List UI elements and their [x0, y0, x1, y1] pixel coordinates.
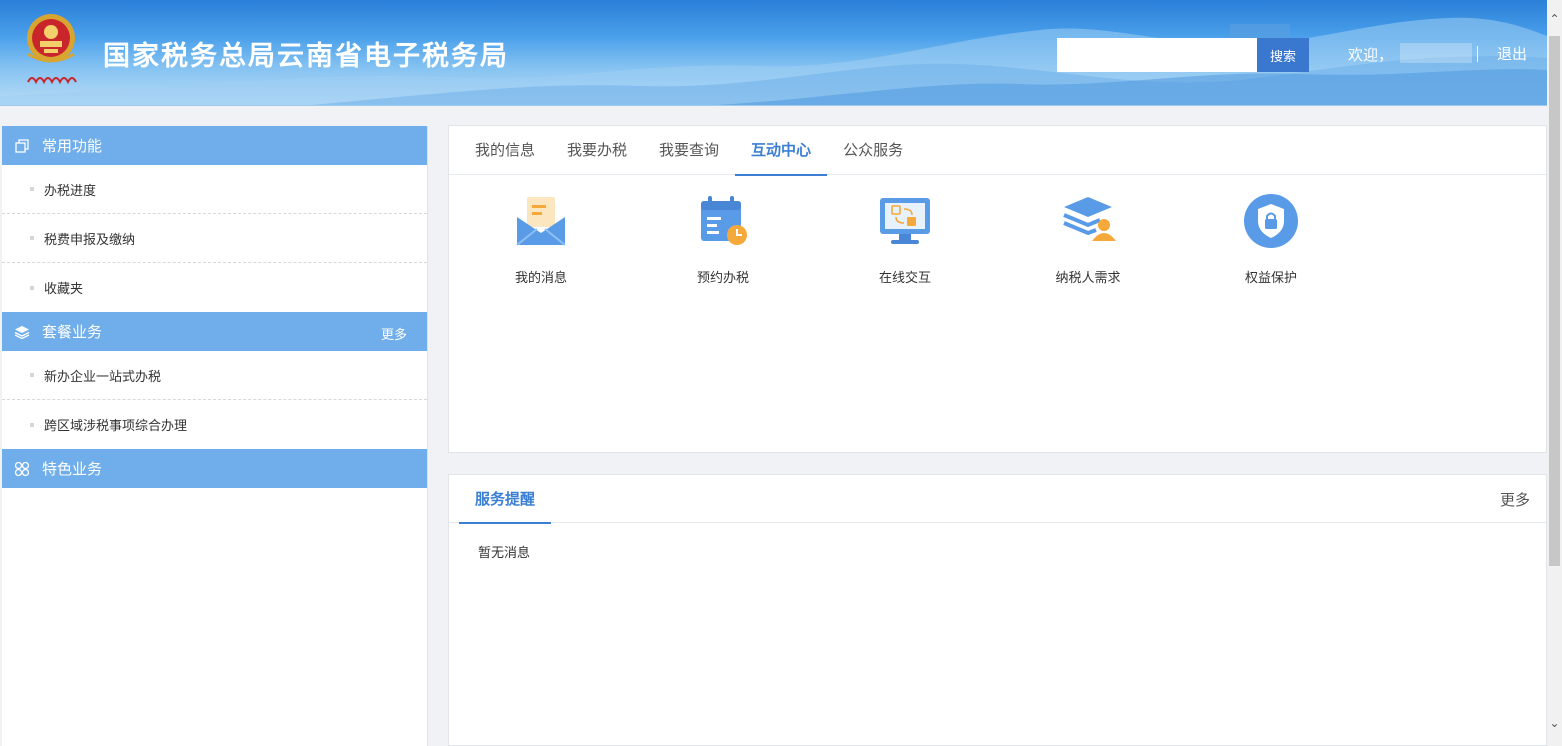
service-reminder-panel: 服务提醒 更多 暂无消息 — [448, 474, 1547, 746]
tab-query[interactable]: 我要查询 — [643, 126, 735, 175]
scroll-down-arrow-icon[interactable]: ⌄ — [1547, 716, 1562, 730]
sidebar-item-new-enterprise[interactable]: 新办企业一站式办税 — [2, 351, 427, 400]
service-online-interaction[interactable]: 在线交互 — [845, 193, 965, 286]
shield-lock-icon — [1244, 194, 1298, 248]
site-title: 国家税务总局云南省电子税务局 — [103, 41, 509, 72]
service-label: 预约办税 — [696, 271, 749, 286]
service-label: 我的消息 — [514, 271, 567, 286]
bullet-dot — [30, 285, 34, 290]
sidebar-item-label: 跨区域涉税事项综合办理 — [44, 419, 188, 434]
sidebar-item-label: 收藏夹 — [44, 282, 84, 297]
sidebar-item-label: 新办企业一站式办税 — [44, 369, 162, 385]
grid-icon — [14, 461, 30, 477]
sidebar: 常用功能 办税进度 税费申报及缴纳 收藏夹 套餐业务 更多 新办企业一站式办税 … — [2, 126, 428, 746]
bullet-dot — [30, 187, 34, 191]
calendar-clock-icon — [701, 196, 747, 245]
sidebar-item-tax-progress[interactable]: 办税进度 — [2, 165, 427, 214]
bullet-dot — [30, 422, 34, 427]
tab-service-reminder[interactable]: 服务提醒 — [459, 475, 552, 524]
service-my-messages[interactable]: 我的消息 — [481, 193, 601, 286]
service-label: 在线交互 — [878, 271, 931, 286]
message-envelope-icon — [516, 197, 566, 246]
main-panel: 我的信息 我要办税 我要查询 互动中心 公众服务 我的消息 预约办税 在线交互 … — [448, 125, 1547, 453]
tab-handle-tax[interactable]: 我要办税 — [551, 126, 643, 175]
service-label: 权益保护 — [1244, 271, 1297, 286]
bullet-dot — [30, 236, 34, 240]
sidebar-header-packages[interactable]: 套餐业务 更多 — [2, 312, 427, 351]
username-placeholder — [1400, 43, 1472, 63]
site-header: 国家税务总局云南省电子税务局 搜索 欢迎， 退出 — [0, 0, 1547, 106]
copy-icon — [14, 138, 30, 154]
sidebar-item-declare-pay[interactable]: 税费申报及缴纳 — [2, 214, 427, 263]
header-separator — [1477, 46, 1478, 62]
reminder-header: 服务提醒 更多 — [449, 475, 1546, 524]
service-rights-protection[interactable]: 权益保护 — [1211, 193, 1331, 286]
scroll-thumb[interactable] — [1549, 36, 1560, 566]
bullet-dot — [30, 373, 34, 377]
sidebar-header-common[interactable]: 常用功能 — [2, 126, 427, 165]
tab-public-service[interactable]: 公众服务 — [827, 126, 919, 175]
tax-emblem-logo — [27, 14, 77, 85]
sidebar-item-cross-region[interactable]: 跨区域涉税事项综合办理 — [2, 400, 427, 449]
layers-icon — [14, 324, 30, 340]
main-tabs: 我的信息 我要办税 我要查询 互动中心 公众服务 — [449, 126, 1546, 176]
monitor-exchange-icon — [880, 198, 930, 244]
search-input[interactable] — [1057, 38, 1257, 72]
service-icons: 我的消息 预约办税 在线交互 纳税人需求 权益保护 — [449, 175, 1546, 375]
sidebar-header-label: 常用功能 — [42, 137, 103, 155]
welcome-text: 欢迎， — [1348, 46, 1394, 64]
sidebar-item-label: 税费申报及缴纳 — [44, 232, 136, 248]
sidebar-item-favorites[interactable]: 收藏夹 — [2, 263, 427, 312]
tab-my-info[interactable]: 我的信息 — [459, 126, 551, 175]
sidebar-header-label: 特色业务 — [42, 460, 103, 478]
empty-message: 暂无消息 — [478, 546, 531, 561]
sidebar-header-label: 套餐业务 — [42, 323, 103, 341]
service-label: 纳税人需求 — [1055, 271, 1121, 286]
service-taxpayer-needs[interactable]: 纳税人需求 — [1028, 193, 1148, 286]
packages-more-link[interactable]: 更多 — [381, 324, 407, 343]
service-appointment[interactable]: 预约办税 — [663, 193, 783, 286]
sidebar-header-featured[interactable]: 特色业务 — [2, 449, 427, 488]
reminder-more-link[interactable]: 更多 — [1500, 489, 1530, 510]
search-button[interactable]: 搜索 — [1257, 38, 1309, 72]
books-person-icon — [1063, 197, 1116, 241]
tab-interaction-center[interactable]: 互动中心 — [735, 126, 828, 176]
logout-link[interactable]: 退出 — [1497, 43, 1527, 64]
sidebar-item-label: 办税进度 — [44, 183, 97, 199]
scroll-up-arrow-icon[interactable]: ⌃ — [1547, 12, 1562, 26]
